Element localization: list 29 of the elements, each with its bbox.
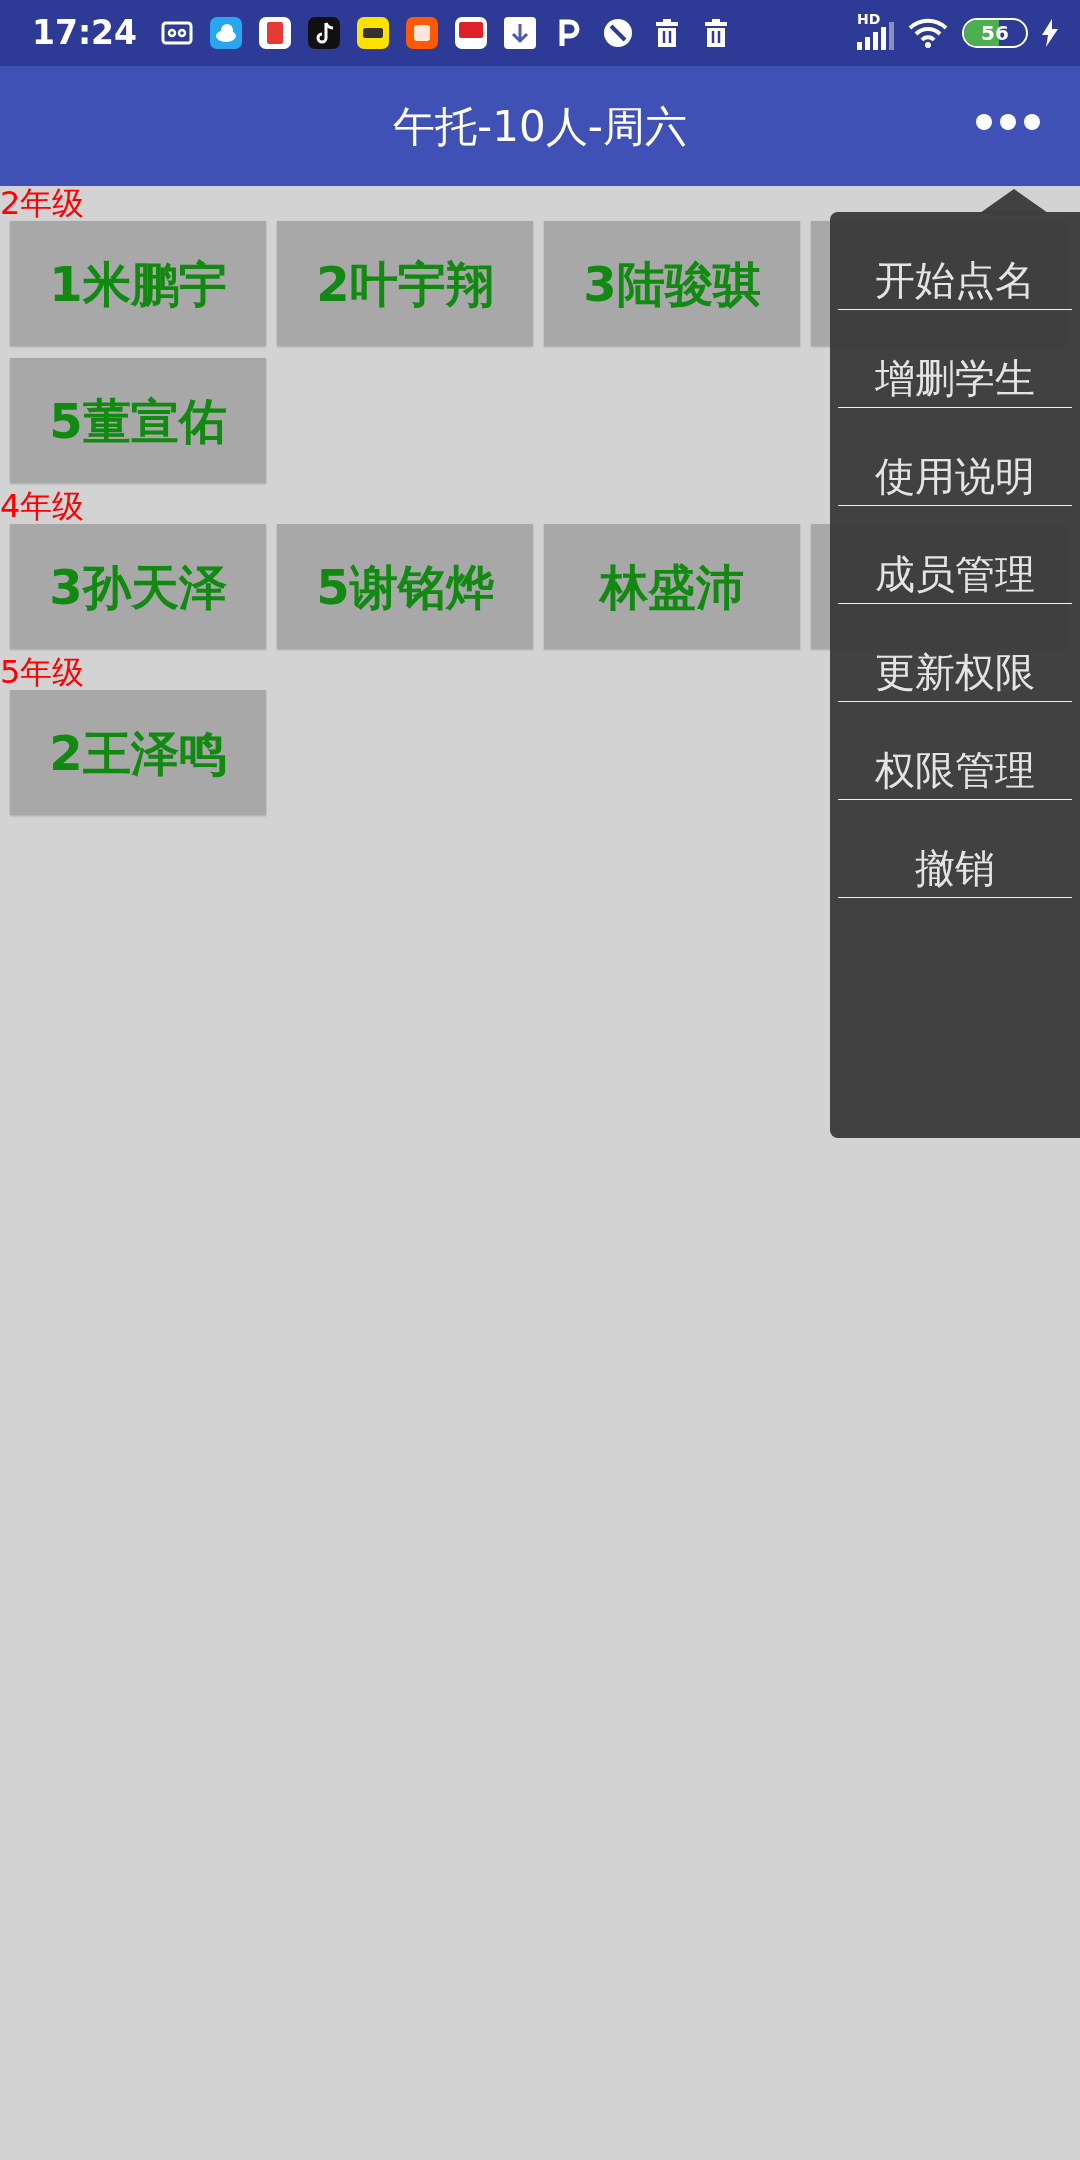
app-icon <box>357 17 390 49</box>
music-note-icon <box>308 17 341 49</box>
menu-item[interactable]: 开始点名 <box>838 212 1072 310</box>
wifi-icon <box>908 18 948 48</box>
student-button[interactable]: 3孙天泽 <box>10 524 266 649</box>
student-button[interactable]: 2叶宇翔 <box>277 221 533 346</box>
menu-item[interactable]: 权限管理 <box>838 702 1072 800</box>
grade-label: 4年级 <box>0 489 85 523</box>
grade-label: 2年级 <box>0 186 85 220</box>
student-button[interactable]: 5董宣佑 <box>10 358 266 483</box>
student-button[interactable]: 林盛沛 <box>544 524 800 649</box>
student-button[interactable]: 3陆骏骐 <box>544 221 800 346</box>
menu-item[interactable]: 增删学生 <box>838 310 1072 408</box>
menu-item[interactable]: 使用说明 <box>838 408 1072 506</box>
download-icon <box>504 17 537 49</box>
status-time: 17:24 <box>32 12 138 55</box>
student-button[interactable]: 5谢铭烨 <box>277 524 533 649</box>
block-icon <box>602 17 635 49</box>
app-title: 午托-10人-周六 <box>393 100 687 153</box>
app-icon <box>259 17 292 49</box>
student-button[interactable]: 1米鹏宇 <box>10 221 266 346</box>
app-icon <box>406 17 439 49</box>
menu-item[interactable]: 成员管理 <box>838 506 1072 604</box>
menu-item[interactable]: 撤销 <box>838 800 1072 898</box>
app-icon <box>455 17 488 49</box>
menu-item[interactable]: 更新权限 <box>838 604 1072 702</box>
cloud-icon <box>210 17 243 49</box>
student-button[interactable]: 2王泽鸣 <box>10 690 266 815</box>
grade-label: 5年级 <box>0 655 85 689</box>
